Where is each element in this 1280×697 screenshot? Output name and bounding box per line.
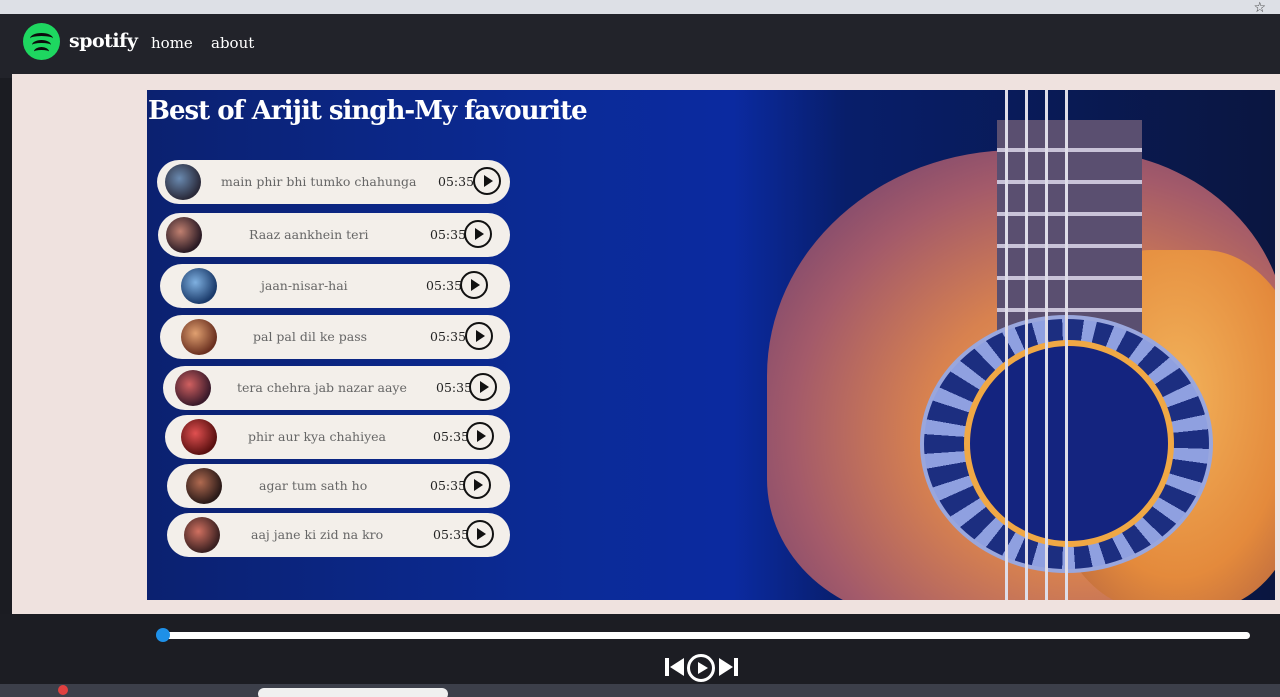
play-icon[interactable]	[463, 471, 491, 499]
song-cover-image	[181, 268, 217, 304]
song-cover-image	[184, 517, 220, 553]
song-item[interactable]: jaan-nisar-hai 05:35	[160, 264, 510, 308]
song-cover-image	[175, 370, 211, 406]
guitar-string	[1045, 90, 1048, 600]
song-title: pal pal dil ke pass	[253, 329, 368, 344]
song-title: main phir bhi tumko chahunga	[221, 174, 417, 189]
play-icon[interactable]	[473, 167, 501, 195]
song-duration: 05:35	[426, 278, 463, 293]
app-window: ☆ spotify home about Best of Arijit sing…	[0, 0, 1280, 697]
brand-name[interactable]: spotify	[69, 30, 138, 52]
taskbar-search-box[interactable]	[258, 688, 448, 697]
play-icon[interactable]	[687, 654, 715, 682]
notification-badge-icon[interactable]	[58, 685, 68, 695]
progress-thumb[interactable]	[156, 628, 170, 642]
song-cover-image	[165, 164, 201, 200]
song-item[interactable]: main phir bhi tumko chahunga 05:35	[157, 160, 510, 204]
song-item[interactable]: tera chehra jab nazar aaye 05:35	[163, 366, 510, 410]
player-controls	[665, 654, 740, 682]
play-icon[interactable]	[466, 422, 494, 450]
song-duration: 05:35	[433, 527, 470, 542]
play-icon[interactable]	[466, 520, 494, 548]
song-cover-image	[166, 217, 202, 253]
song-cover-image	[186, 468, 222, 504]
play-icon[interactable]	[465, 322, 493, 350]
os-taskbar	[0, 684, 1280, 697]
song-duration: 05:35	[430, 478, 467, 493]
browser-toolbar: ☆	[0, 0, 1280, 16]
guitar-soundhole	[964, 340, 1174, 547]
song-duration: 05:35	[438, 174, 475, 189]
play-icon[interactable]	[464, 220, 492, 248]
song-item[interactable]: Raaz aankhein teri 05:35	[158, 213, 510, 257]
song-title: agar tum sath ho	[259, 478, 368, 493]
song-item[interactable]: pal pal dil ke pass 05:35	[160, 315, 510, 359]
next-icon[interactable]	[718, 656, 738, 678]
song-title: aaj jane ki zid na kro	[251, 527, 384, 542]
song-duration: 05:35	[430, 227, 467, 242]
song-item[interactable]: aaj jane ki zid na kro 05:35	[167, 513, 510, 557]
song-title: phir aur kya chahiyea	[248, 429, 386, 444]
previous-icon[interactable]	[665, 656, 685, 678]
song-title: Raaz aankhein teri	[249, 227, 369, 242]
song-item[interactable]: agar tum sath ho 05:35	[167, 464, 510, 508]
progress-bar[interactable]	[160, 632, 1250, 639]
playlist-title: Best of Arijit singh-My favourite	[148, 96, 588, 126]
play-icon[interactable]	[460, 271, 488, 299]
guitar-string	[1065, 90, 1068, 600]
song-duration: 05:35	[436, 380, 473, 395]
song-cover-image	[181, 319, 217, 355]
nav-link-about[interactable]: about	[211, 34, 254, 52]
song-duration: 05:35	[433, 429, 470, 444]
play-icon[interactable]	[469, 373, 497, 401]
spotify-logo-icon[interactable]	[23, 23, 60, 60]
guitar-string	[1025, 90, 1028, 600]
song-title: jaan-nisar-hai	[261, 278, 348, 293]
song-title: tera chehra jab nazar aaye	[237, 380, 407, 395]
song-item[interactable]: phir aur kya chahiyea 05:35	[165, 415, 510, 459]
nav-link-home[interactable]: home	[151, 34, 193, 52]
song-duration: 05:35	[430, 329, 467, 344]
navbar: spotify home about	[0, 14, 1280, 78]
player-bar	[0, 614, 1280, 684]
guitar-string	[1005, 90, 1008, 600]
song-cover-image	[181, 419, 217, 455]
